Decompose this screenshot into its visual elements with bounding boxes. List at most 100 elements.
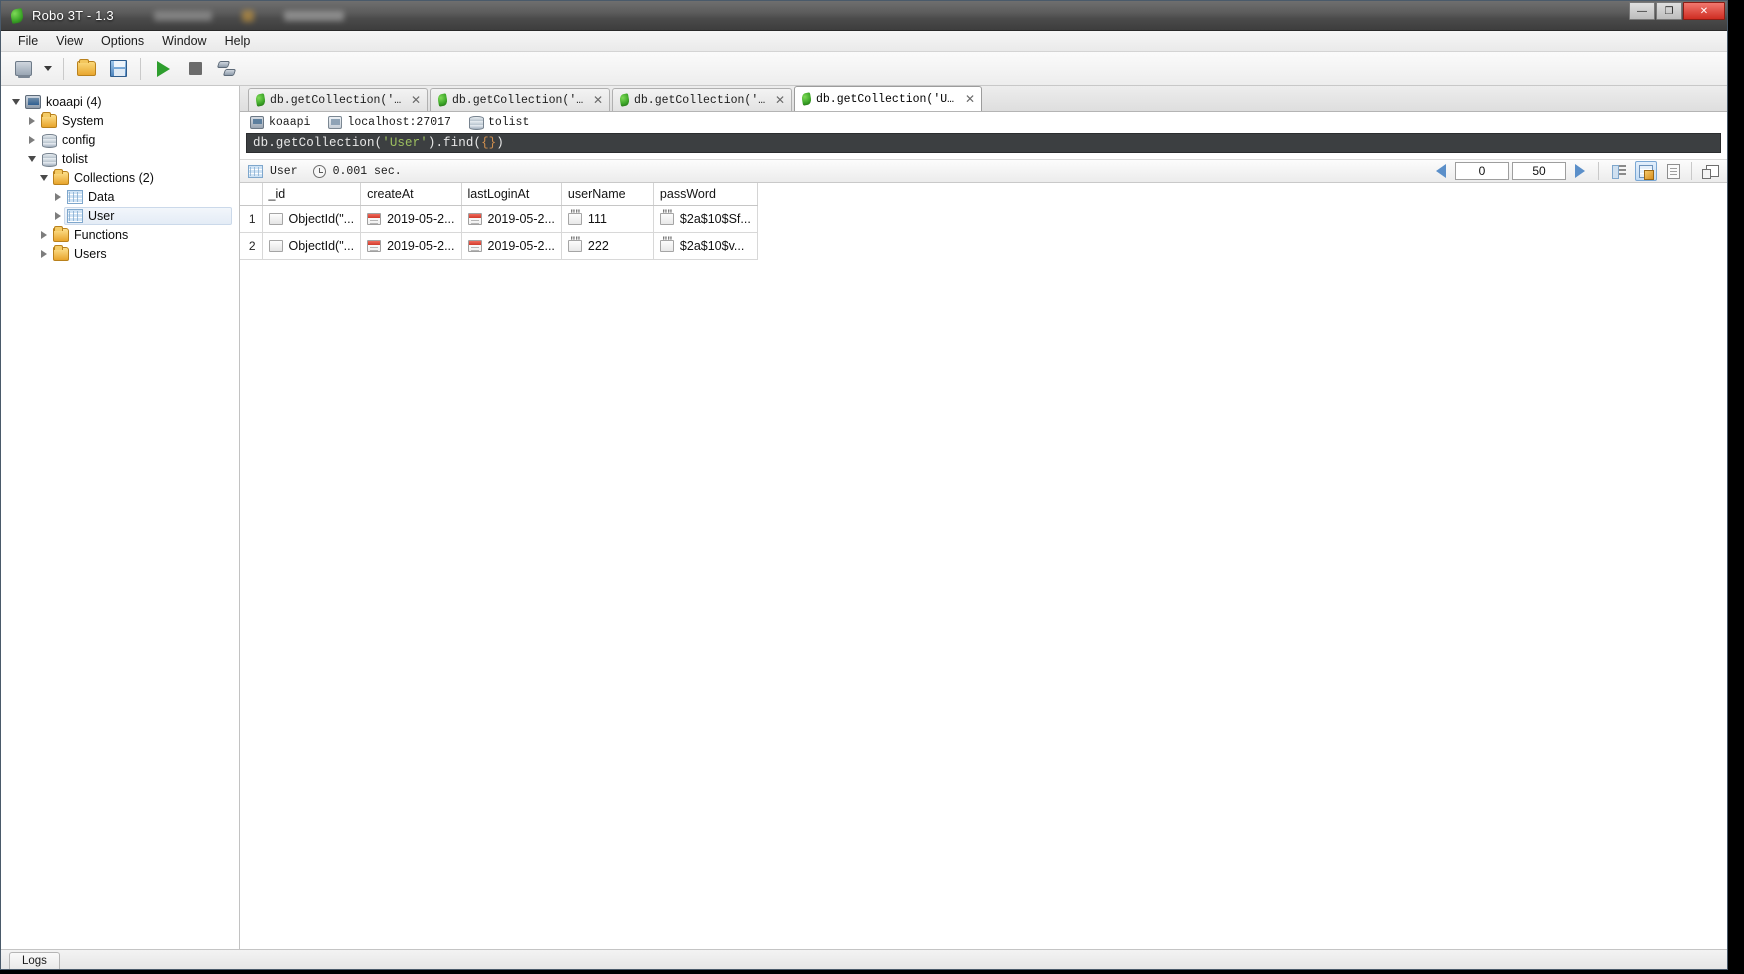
logs-tab[interactable]: Logs	[9, 952, 60, 969]
tab-user-1[interactable]: db.getCollection('User')··· ✕	[430, 88, 610, 111]
cell-passWord[interactable]: $2a$10$Sf...	[653, 205, 758, 233]
open-script-button[interactable]	[72, 56, 100, 82]
sidebar-item-user[interactable]: User	[1, 206, 239, 225]
query-editor-wrapper: db.getCollection('User').find({})	[240, 133, 1727, 155]
column-header-id[interactable]: _id	[262, 183, 362, 206]
cell-id[interactable]: ObjectId("...	[262, 232, 362, 260]
twisty-closed-icon[interactable]	[25, 116, 38, 125]
cell-lastLoginAt[interactable]: 2019-05-2...	[461, 205, 562, 233]
object-type-icon	[268, 212, 283, 225]
cell-createAt[interactable]: 2019-05-2...	[360, 232, 462, 260]
query-string-literal: 'User'	[382, 136, 428, 150]
column-header-lastLoginAt[interactable]: lastLoginAt	[461, 183, 562, 206]
twisty-closed-icon[interactable]	[25, 135, 38, 144]
execute-query-button[interactable]	[149, 56, 177, 82]
explorer-sidebar: koaapi (4) System config tolist Collecti…	[1, 86, 240, 949]
sidebar-item-data[interactable]: Data	[1, 187, 239, 206]
query-editor[interactable]: db.getCollection('User').find({})	[246, 133, 1721, 153]
sidebar-item-label: Data	[88, 189, 115, 204]
tab-data-1[interactable]: db.getCollection('Data').··· ✕	[248, 88, 428, 111]
tab-close-icon[interactable]: ✕	[775, 93, 785, 107]
sidebar-item-tolist[interactable]: tolist	[1, 149, 239, 168]
title-bar: Robo 3T - 1.3 — ❐ ✕	[1, 1, 1727, 31]
twisty-open-icon[interactable]	[9, 98, 22, 105]
sidebar-item-koaapi[interactable]: koaapi (4)	[1, 92, 239, 111]
app-root: Robo 3T - 1.3 — ❐ ✕ File View Options Wi…	[0, 0, 1744, 974]
tab-data-2[interactable]: db.getCollection('Data')··· ✕	[612, 88, 792, 111]
tab-close-icon[interactable]: ✕	[965, 92, 975, 106]
menu-options[interactable]: Options	[92, 32, 153, 50]
sidebar-item-collections[interactable]: Collections (2)	[1, 168, 239, 187]
tab-label: db.getCollection('User').···	[816, 92, 958, 106]
maximize-results-button[interactable]	[1701, 161, 1723, 181]
twisty-open-icon[interactable]	[25, 155, 38, 162]
connect-dropdown-button[interactable]	[41, 56, 55, 82]
close-button[interactable]: ✕	[1683, 2, 1725, 20]
tree-view-button[interactable]	[1608, 161, 1630, 181]
connect-button[interactable]	[9, 56, 37, 82]
sidebar-item-functions[interactable]: Functions	[1, 225, 239, 244]
cell-lastLoginAt[interactable]: 2019-05-2...	[461, 232, 562, 260]
sidebar-item-system[interactable]: System	[1, 111, 239, 130]
twisty-open-icon[interactable]	[37, 174, 50, 181]
results-collection-label: User	[270, 164, 298, 178]
sidebar-item-users[interactable]: Users	[1, 244, 239, 263]
explain-button[interactable]	[213, 56, 241, 82]
tab-strip: db.getCollection('Data').··· ✕ db.getCol…	[240, 86, 1727, 112]
cell-id[interactable]: ObjectId("...	[262, 205, 362, 233]
limit-input[interactable]: 50	[1512, 162, 1566, 180]
next-page-button[interactable]	[1575, 164, 1585, 178]
breadcrumb-host[interactable]: localhost:27017	[328, 116, 451, 129]
tab-user-2[interactable]: db.getCollection('User').··· ✕	[794, 86, 982, 111]
stop-icon	[188, 62, 202, 75]
maximize-button[interactable]: ❐	[1656, 2, 1682, 20]
sidebar-item-label: User	[88, 208, 115, 223]
window-controls: — ❐ ✕	[1629, 2, 1725, 20]
tab-close-icon[interactable]: ✕	[593, 93, 603, 107]
skip-input[interactable]: 0	[1455, 162, 1509, 180]
twisty-closed-icon[interactable]	[51, 192, 64, 201]
twisty-closed-icon[interactable]	[51, 211, 64, 220]
breadcrumb-database-label: tolist	[487, 116, 530, 129]
server-icon	[250, 116, 264, 129]
save-script-button[interactable]	[104, 56, 132, 82]
table-row[interactable]: 2 ObjectId("... 2019-05-2... 2019-05-2..…	[240, 232, 758, 260]
stop-query-button[interactable]	[181, 56, 209, 82]
breadcrumb-database[interactable]: tolist	[468, 116, 530, 130]
column-header-userName[interactable]: userName	[561, 183, 654, 206]
cell-value: ObjectId("...	[288, 238, 355, 253]
twisty-closed-icon[interactable]	[37, 249, 50, 258]
table-view-icon	[1639, 164, 1653, 178]
tab-close-icon[interactable]: ✕	[411, 93, 421, 107]
cell-passWord[interactable]: $2a$10$v...	[653, 232, 758, 260]
play-icon	[156, 60, 170, 77]
text-view-button[interactable]	[1662, 161, 1684, 181]
prev-page-button[interactable]	[1436, 164, 1446, 178]
cell-value: 222	[587, 238, 609, 253]
cell-userName[interactable]: 222	[561, 232, 654, 260]
results-grid-container[interactable]: _id createAt lastLoginAt userName passWo…	[240, 183, 1727, 949]
table-view-button[interactable]	[1635, 161, 1657, 181]
string-type-icon	[567, 210, 582, 225]
results-toolbar-left: User 0.001 sec.	[248, 164, 402, 178]
leaf-icon	[255, 93, 266, 107]
sidebar-item-config[interactable]: config	[1, 130, 239, 149]
menu-bar: File View Options Window Help	[1, 31, 1727, 52]
menu-view[interactable]: View	[47, 32, 92, 50]
database-icon	[468, 116, 484, 130]
table-row[interactable]: 1 ObjectId("... 2019-05-2... 2019-05-2..…	[240, 205, 758, 233]
menu-file[interactable]: File	[9, 32, 47, 50]
menu-window[interactable]: Window	[153, 32, 215, 50]
cell-userName[interactable]: 111	[561, 205, 654, 233]
cell-createAt[interactable]: 2019-05-2...	[360, 205, 462, 233]
menu-help[interactable]: Help	[216, 32, 260, 50]
column-header-passWord[interactable]: passWord	[653, 183, 758, 206]
breadcrumb-server[interactable]: koaapi	[250, 116, 310, 129]
twisty-closed-icon[interactable]	[37, 230, 50, 239]
column-header-createAt[interactable]: createAt	[360, 183, 462, 206]
minimize-button[interactable]: —	[1629, 2, 1655, 20]
collection-icon	[67, 189, 83, 204]
string-type-icon	[659, 210, 674, 225]
leaf-icon	[437, 93, 448, 107]
query-prefix: db.getCollection(	[253, 136, 383, 150]
